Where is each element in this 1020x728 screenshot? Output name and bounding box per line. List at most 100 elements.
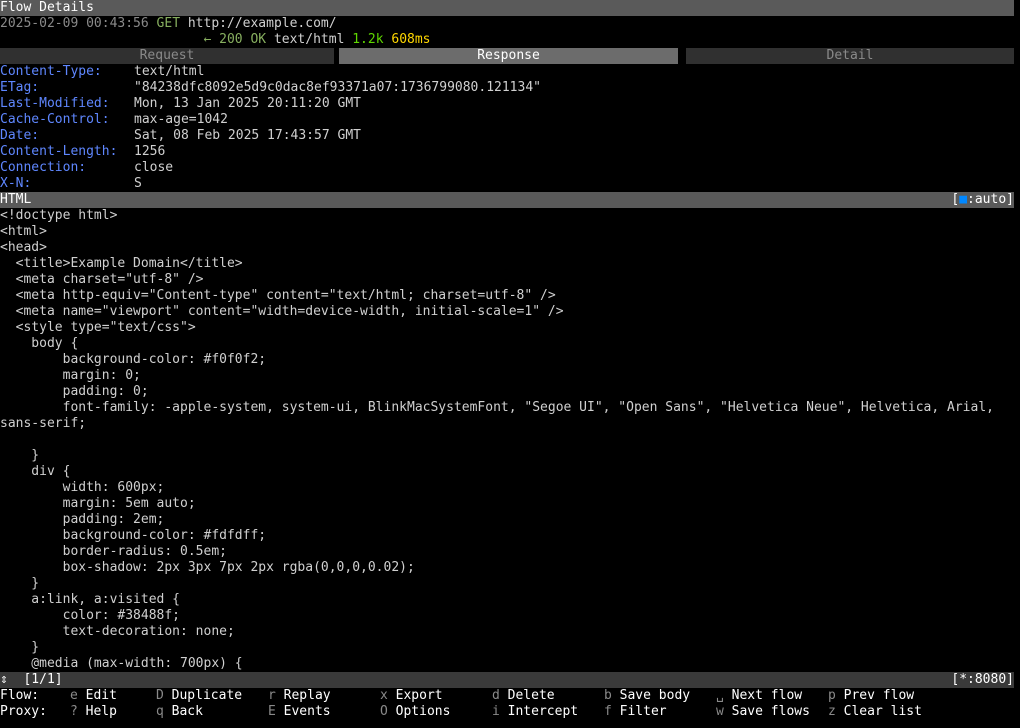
keybinding-save-body[interactable]: b Save body	[604, 688, 716, 704]
header-row: Date: Sat, 08 Feb 2025 17:43:57 GMT	[0, 128, 1020, 144]
code-line: body {	[0, 336, 79, 351]
footer-row-label: Proxy:	[0, 704, 47, 719]
status-bar: ⇕ [1/1] [*:8080]	[0, 672, 1014, 688]
header-row: ETag: "84238dfc8092e5d9c0dac8ef93371a07:1…	[0, 80, 1020, 96]
keybinding-next-flow[interactable]: ␣ Next flow	[716, 688, 828, 704]
tab-response[interactable]: Response	[339, 48, 678, 64]
code-line: font-family: -apple-system, system-ui, B…	[0, 400, 994, 415]
keybinding-export[interactable]: x Export	[380, 688, 492, 704]
header-value: text/html	[134, 64, 205, 79]
header-row: Cache-Control: max-age=1042	[0, 112, 1020, 128]
keybinding-action: Save body	[619, 688, 691, 703]
keybinding-key: w	[716, 704, 724, 719]
code-line: }	[0, 448, 40, 463]
request-summary[interactable]: 2025-02-09 00:43:56 GET http://example.c…	[0, 16, 1020, 32]
response-duration: 608ms	[391, 32, 431, 47]
code-line: <meta name="viewport" content="width=dev…	[0, 304, 564, 319]
code-line: <meta charset="utf-8" />	[0, 272, 204, 287]
tab-detail[interactable]: Detail	[686, 48, 1014, 64]
view-mode-indicator[interactable]: [■:auto]	[951, 192, 1014, 208]
keybinding-key: f	[604, 704, 612, 719]
header-row: Content-Type: text/html	[0, 64, 1020, 80]
code-line: <title>Example Domain</title>	[0, 256, 243, 271]
response-size: 1.2k	[352, 32, 384, 47]
header-key: ETag:	[0, 80, 40, 95]
keybinding-action: Next flow	[731, 688, 803, 703]
keybinding-duplicate[interactable]: D Duplicate	[156, 688, 268, 704]
keybinding-replay[interactable]: r Replay	[268, 688, 380, 704]
keybinding-prev-flow[interactable]: p Prev flow	[828, 688, 940, 704]
keybinding-key: p	[828, 688, 836, 703]
keybinding-action: Back	[171, 704, 203, 719]
footer-row: Proxy:? Help q Back E Events O Options i Int…	[0, 704, 1020, 720]
keybinding-back[interactable]: q Back	[156, 704, 268, 720]
response-status: 200 OK	[219, 32, 267, 47]
keybinding-save-flows[interactable]: w Save flows	[716, 704, 828, 720]
keybinding-filter[interactable]: f Filter	[604, 704, 716, 720]
keybinding-clear-list[interactable]: z Clear list	[828, 704, 940, 720]
code-line: <head>	[0, 240, 47, 255]
body-section-bar: HTML [■:auto]	[0, 192, 1014, 208]
header-value: Mon, 13 Jan 2025 20:11:20 GMT	[134, 96, 361, 111]
view-mode-dot-icon: ■	[959, 192, 968, 207]
header-row: Content-Length: 1256	[0, 144, 1020, 160]
keybinding-help[interactable]: ? Help	[70, 704, 156, 720]
code-line: color: #38488f;	[0, 608, 181, 623]
response-content-type: text/html	[273, 32, 345, 47]
keybinding-action: Help	[85, 704, 117, 719]
header-value: S	[134, 176, 142, 191]
keybinding-action: Prev flow	[843, 688, 915, 703]
keybinding-intercept[interactable]: i Intercept	[492, 704, 604, 720]
keybinding-action: Delete	[507, 688, 555, 703]
header-key: Content-Length:	[0, 144, 118, 159]
tab-request[interactable]: Request	[0, 48, 334, 64]
keybinding-key: x	[380, 688, 388, 703]
keybinding-action: Clear list	[843, 704, 922, 719]
code-line: margin: 0;	[0, 368, 141, 383]
keybinding-action: Options	[395, 704, 451, 719]
window-title: Flow Details	[0, 0, 1014, 16]
request-url: http://example.com/	[187, 16, 337, 31]
header-row: X-N: S	[0, 176, 1020, 192]
listen-address: [*:8080]	[951, 672, 1014, 687]
header-value: 1256	[134, 144, 166, 159]
header-key: Last-Modified:	[0, 96, 110, 111]
code-line: a:link, a:visited {	[0, 592, 181, 607]
header-row: Last-Modified: Mon, 13 Jan 2025 20:11:20 …	[0, 96, 1020, 112]
header-value: close	[134, 160, 174, 175]
response-body-code[interactable]: <!doctype html> <html> <head> <title>Examp…	[0, 208, 1020, 672]
keybinding-key: e	[70, 688, 78, 703]
code-line: }	[0, 576, 40, 591]
code-line: div {	[0, 464, 71, 479]
code-line: margin: 5em auto;	[0, 496, 196, 511]
keybinding-action: Export	[395, 688, 443, 703]
keybinding-key: i	[492, 704, 500, 719]
keybinding-key: E	[268, 704, 276, 719]
header-value: Sat, 08 Feb 2025 17:43:57 GMT	[134, 128, 361, 143]
keybinding-key: O	[380, 704, 388, 719]
request-timestamp: 2025-02-09 00:43:56	[0, 16, 149, 31]
keybinding-key: r	[268, 688, 276, 703]
scroll-arrow-icon: ⇕	[0, 672, 8, 687]
code-line: }	[0, 640, 40, 655]
keybinding-options[interactable]: O Options	[380, 704, 492, 720]
keybinding-action: Save flows	[731, 704, 810, 719]
code-line: <style type="text/css">	[0, 320, 196, 335]
keybinding-action: Events	[283, 704, 331, 719]
keybinding-action: Intercept	[507, 704, 579, 719]
code-line: width: 600px;	[0, 480, 165, 495]
keybinding-key: z	[828, 704, 836, 719]
code-line: box-shadow: 2px 3px 7px 2px rgba(0,0,0,0…	[0, 560, 415, 575]
keybinding-action: Filter	[619, 704, 667, 719]
code-line: padding: 0;	[0, 384, 149, 399]
code-line: background-color: #f0f0f2;	[0, 352, 267, 367]
keybinding-edit[interactable]: e Edit	[70, 688, 156, 704]
keybinding-action: Edit	[85, 688, 117, 703]
response-summary: ← 200 OK text/html 1.2k 608ms	[0, 32, 1020, 48]
keybinding-key: D	[156, 688, 164, 703]
keybinding-key: ?	[70, 704, 78, 719]
keybinding-events[interactable]: E Events	[268, 704, 380, 720]
keybinding-key: q	[156, 704, 164, 719]
keybinding-delete[interactable]: d Delete	[492, 688, 604, 704]
footer-row-label: Flow:	[0, 688, 40, 703]
